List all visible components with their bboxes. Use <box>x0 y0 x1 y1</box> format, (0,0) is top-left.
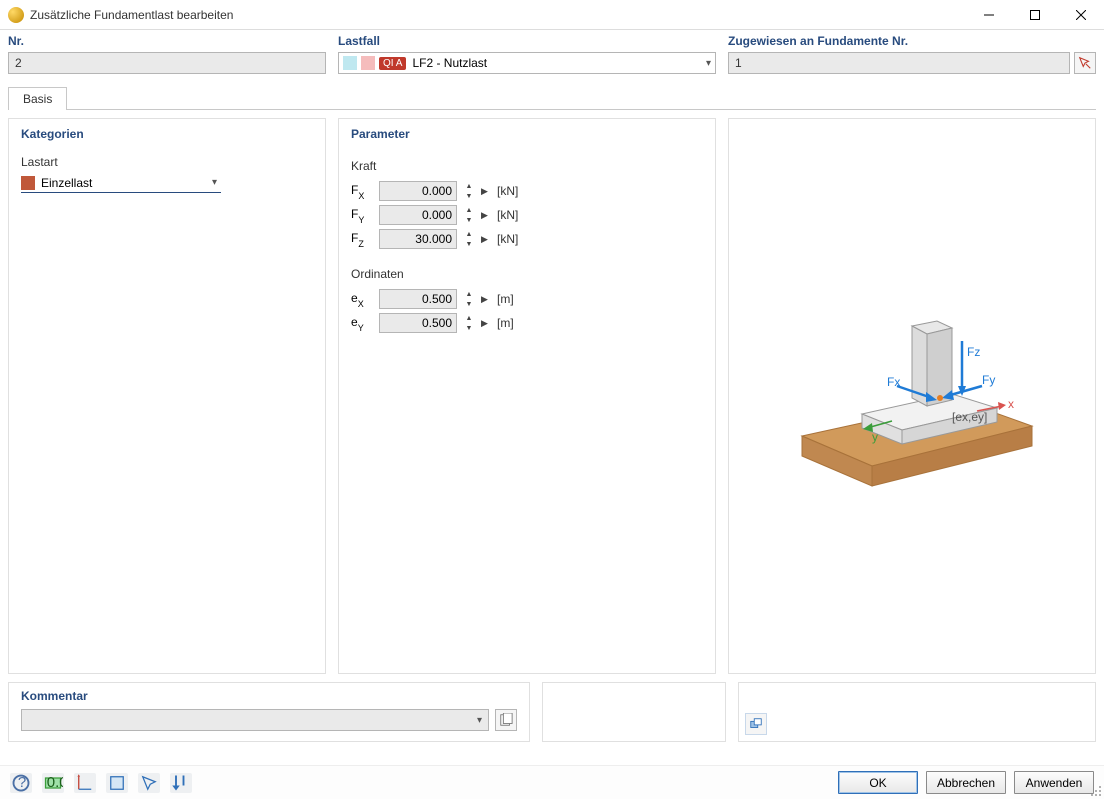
zugewiesen-value: 1 <box>735 56 742 70</box>
nr-value: 2 <box>15 56 22 70</box>
fy-unit: [kN] <box>497 208 518 222</box>
ex-symbol: eX <box>351 291 373 307</box>
zugewiesen-label: Zugewiesen an Fundamente Nr. <box>728 34 1096 48</box>
svg-text:[ex,ey]: [ex,ey] <box>952 410 987 424</box>
preview-panel: Fz Fy Fx x y [ex,ey] <box>728 118 1096 674</box>
ex-input[interactable] <box>379 289 457 309</box>
kategorien-panel: Kategorien Lastart Einzellast ▾ <box>8 118 326 674</box>
fx-row: FX ▲▼ ▶ [kN] <box>351 181 703 201</box>
ey-symbol: eY <box>351 315 373 331</box>
fz-spinner[interactable]: ▲▼ <box>463 229 475 249</box>
fx-step-button[interactable]: ▶ <box>481 186 491 197</box>
lastart-select[interactable]: Einzellast ▾ <box>21 173 221 193</box>
svg-text:Fx: Fx <box>887 375 900 389</box>
minimize-button[interactable] <box>966 0 1012 29</box>
zugewiesen-input[interactable]: 1 <box>728 52 1070 74</box>
maximize-button[interactable] <box>1012 0 1058 29</box>
apply-button[interactable]: Anwenden <box>1014 771 1094 794</box>
coord-tool-icon[interactable] <box>74 773 96 793</box>
loadcase-badge: QI A <box>379 57 406 70</box>
foundation-preview-icon: Fz Fy Fx x y [ex,ey] <box>782 286 1042 506</box>
fz-unit: [kN] <box>497 232 518 246</box>
lastart-label: Lastart <box>21 155 313 169</box>
units-tool-icon[interactable]: 0.00 <box>42 773 64 793</box>
kategorien-title: Kategorien <box>21 127 313 141</box>
fx-unit: [kN] <box>497 184 518 198</box>
close-button[interactable] <box>1058 0 1104 29</box>
lastart-value: Einzellast <box>41 176 206 190</box>
loadcase-color-1 <box>343 56 357 70</box>
svg-text:?: ? <box>18 773 26 790</box>
kommentar-select[interactable]: ▾ <box>21 709 489 731</box>
help-tool-icon[interactable]: ? <box>10 773 32 793</box>
chevron-down-icon: ▾ <box>706 58 711 69</box>
parameter-title: Parameter <box>351 127 703 141</box>
window-title: Zusätzliche Fundamentlast bearbeiten <box>30 8 966 22</box>
ey-spinner[interactable]: ▲▼ <box>463 313 475 333</box>
ey-step-button[interactable]: ▶ <box>481 318 491 329</box>
fy-row: FY ▲▼ ▶ [kN] <box>351 205 703 225</box>
app-icon <box>8 7 24 23</box>
fx-spinner[interactable]: ▲▼ <box>463 181 475 201</box>
kommentar-panel: Kommentar ▾ <box>8 682 530 742</box>
kommentar-title: Kommentar <box>21 689 517 703</box>
ex-spinner[interactable]: ▲▼ <box>463 289 475 309</box>
ex-row: eX ▲▼ ▶ [m] <box>351 289 703 309</box>
ex-unit: [m] <box>497 292 514 306</box>
fz-row: FZ ▲▼ ▶ [kN] <box>351 229 703 249</box>
fy-symbol: FY <box>351 207 373 223</box>
lastfall-label: Lastfall <box>338 34 716 48</box>
chevron-down-icon: ▾ <box>477 715 482 726</box>
nr-input[interactable]: 2 <box>8 52 326 74</box>
ey-unit: [m] <box>497 316 514 330</box>
lastfall-text: LF2 - Nutzlast <box>410 56 702 70</box>
fy-spinner[interactable]: ▲▼ <box>463 205 475 225</box>
lastart-color-swatch <box>21 176 35 190</box>
ordinaten-label: Ordinaten <box>351 267 703 281</box>
fy-step-button[interactable]: ▶ <box>481 210 491 221</box>
kraft-label: Kraft <box>351 159 703 173</box>
kommentar-library-button[interactable] <box>495 709 517 731</box>
cancel-button[interactable]: Abbrechen <box>926 771 1006 794</box>
ey-row: eY ▲▼ ▶ [m] <box>351 313 703 333</box>
lastfall-select[interactable]: QI A LF2 - Nutzlast ▾ <box>338 52 716 74</box>
preview-tool-button[interactable] <box>745 713 767 735</box>
fz-step-button[interactable]: ▶ <box>481 234 491 245</box>
fy-input[interactable] <box>379 205 457 225</box>
tab-basis[interactable]: Basis <box>8 87 67 110</box>
fz-symbol: FZ <box>351 231 373 247</box>
svg-text:0.00: 0.00 <box>47 773 63 790</box>
fz-input[interactable] <box>379 229 457 249</box>
svg-text:y: y <box>872 430 878 444</box>
svg-text:x: x <box>1008 397 1014 411</box>
loadcase-color-2 <box>361 56 375 70</box>
spacer-panel <box>542 682 726 742</box>
nr-label: Nr. <box>8 34 326 48</box>
select-foundation-button[interactable] <box>1074 52 1096 74</box>
svg-text:Fz: Fz <box>967 345 980 359</box>
chevron-down-icon: ▾ <box>212 177 221 188</box>
fx-input[interactable] <box>379 181 457 201</box>
titlebar: Zusätzliche Fundamentlast bearbeiten <box>0 0 1104 30</box>
fx-symbol: FX <box>351 183 373 199</box>
ex-step-button[interactable]: ▶ <box>481 294 491 305</box>
ey-input[interactable] <box>379 313 457 333</box>
footer: ? 0.00 OK Abbrechen Anwenden <box>0 765 1104 799</box>
resize-grip-icon[interactable] <box>1090 785 1102 797</box>
ok-button[interactable]: OK <box>838 771 918 794</box>
parameter-panel: Parameter Kraft FX ▲▼ ▶ [kN] FY ▲▼ ▶ [kN… <box>338 118 716 674</box>
load-tool-icon[interactable] <box>170 773 192 793</box>
preview-tools-panel <box>738 682 1096 742</box>
pick-tool-icon[interactable] <box>138 773 160 793</box>
svg-text:Fy: Fy <box>982 373 995 387</box>
view-tool-icon[interactable] <box>106 773 128 793</box>
